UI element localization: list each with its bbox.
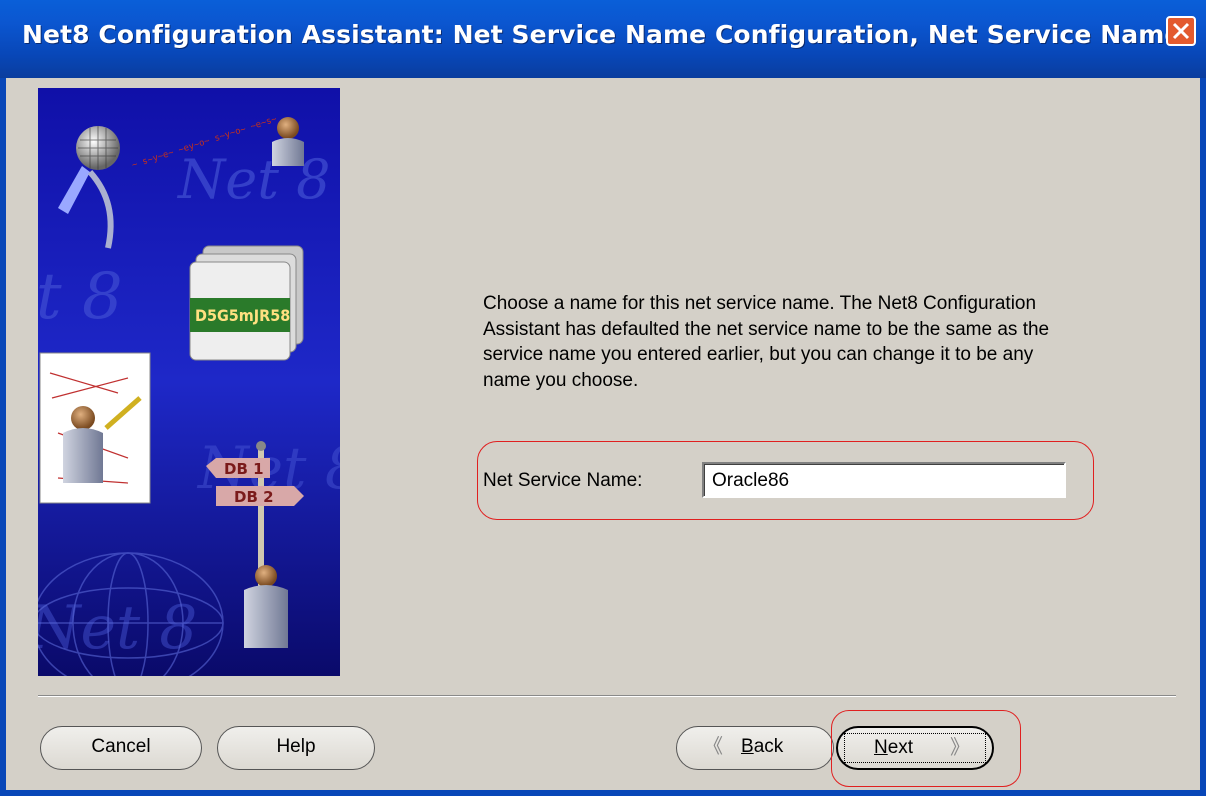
window-frame-right: [1200, 78, 1206, 796]
window-frame-bottom: [0, 790, 1206, 796]
back-label: Back: [741, 727, 783, 767]
next-highlight-annotation: [831, 710, 1021, 787]
db2-sign: DB 2: [234, 488, 274, 506]
db1-sign: DB 1: [224, 460, 264, 478]
net-service-name-input[interactable]: Oracle86: [702, 462, 1066, 498]
net8-banner-image: Net 8 et 8 Net 8 Net 8 ~ s~y~e~ ~ey~o~ s…: [38, 88, 340, 676]
close-icon: [1172, 22, 1190, 40]
svg-text:et 8: et 8: [38, 260, 123, 334]
title-bar[interactable]: Net8 Configuration Assistant: Net Servic…: [0, 0, 1206, 78]
svg-text:Net 8: Net 8: [38, 593, 197, 663]
help-button[interactable]: Help: [217, 726, 375, 770]
instruction-text: Choose a name for this net service name.…: [483, 293, 1050, 391]
net-service-name-label: Net Service Name:: [483, 470, 643, 491]
close-button[interactable]: [1166, 16, 1196, 46]
chevron-left-icon: 《: [703, 736, 723, 758]
folder-label: D5G5mJR58: [195, 306, 290, 325]
back-label-rest: ack: [753, 736, 784, 757]
button-divider: [38, 695, 1176, 697]
back-mnemonic: B: [741, 736, 754, 757]
cancel-button[interactable]: Cancel: [40, 726, 202, 770]
back-button[interactable]: 《 Back: [676, 726, 834, 770]
watermark-net8-top: Net 8: [176, 148, 330, 211]
window-title: Net8 Configuration Assistant: Net Servic…: [22, 20, 1182, 49]
